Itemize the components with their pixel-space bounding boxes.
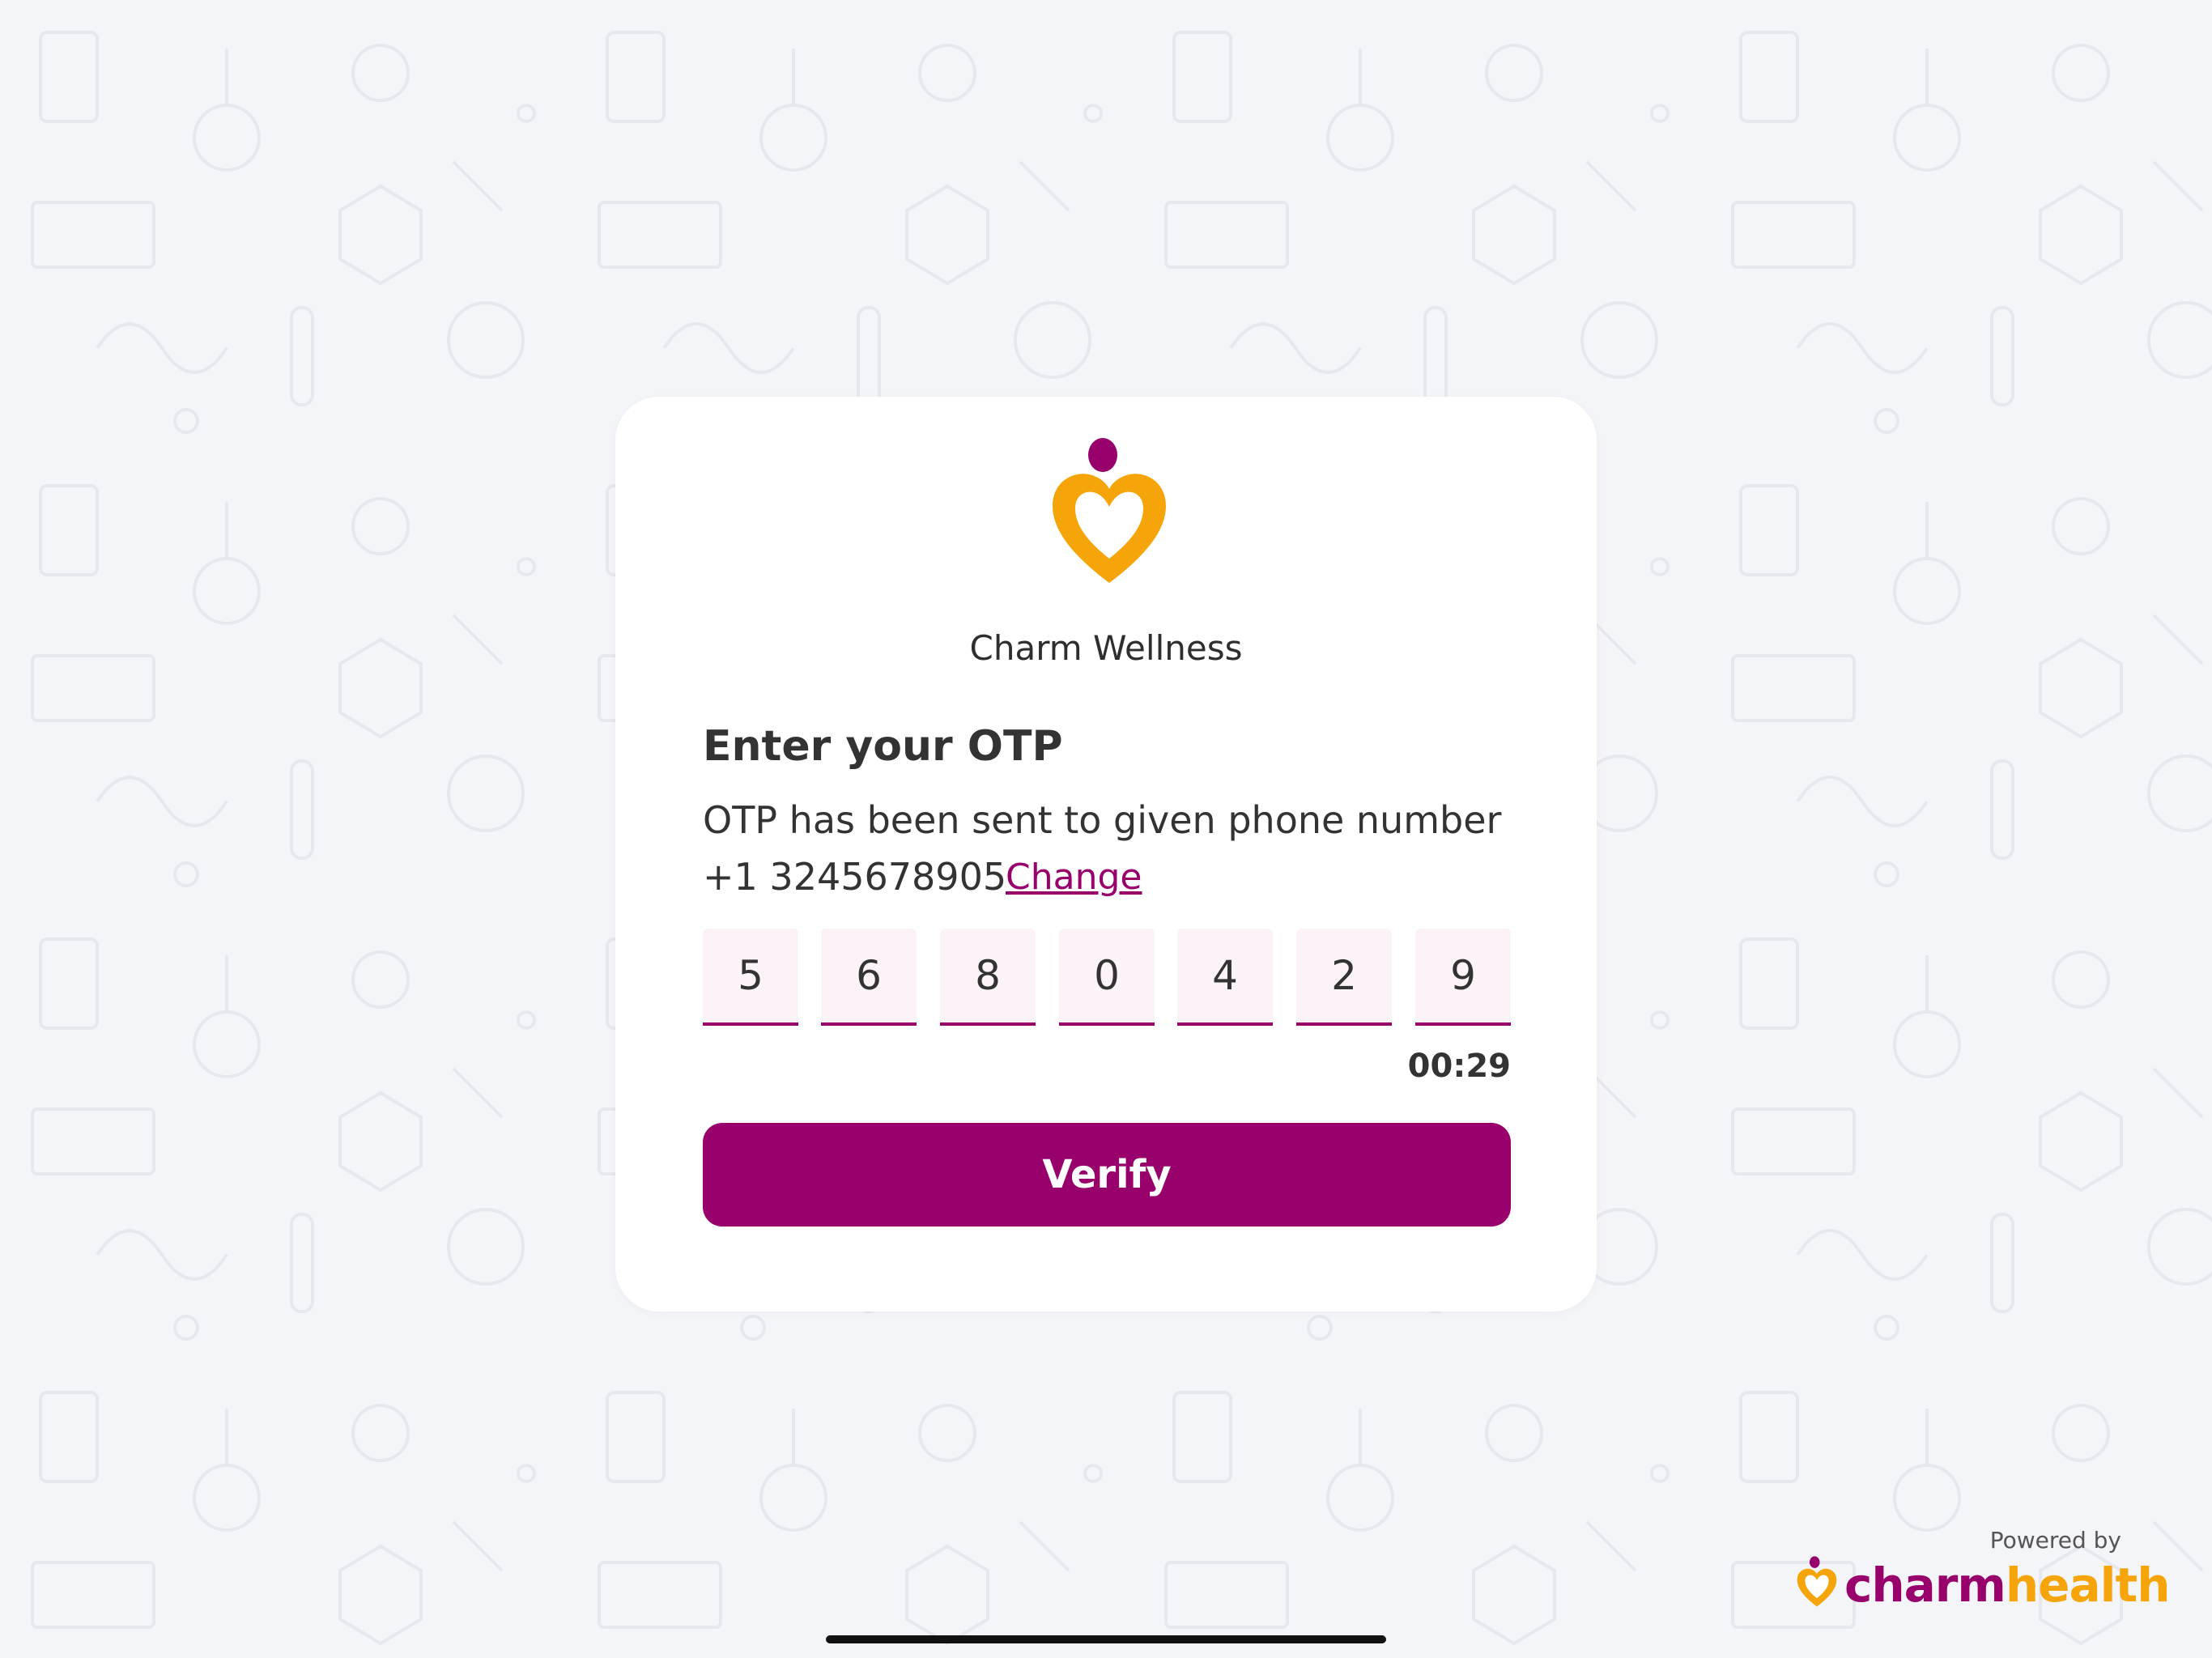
brand-wordmark: charmhealth [1844, 1558, 2171, 1613]
otp-timer: 00:29 [1407, 1048, 1511, 1085]
phone-number: +1 3245678905 [703, 855, 1007, 899]
otp-input-group: 5 6 8 0 4 2 9 [703, 929, 1511, 1026]
change-phone-link[interactable]: Change [1006, 857, 1142, 898]
clinic-name: Charm Wellness [969, 628, 1243, 668]
otp-digit-input[interactable]: 2 [1296, 929, 1392, 1026]
powered-by-label: Powered by [1989, 1527, 2121, 1554]
otp-card: Charm Wellness Enter your OTP OTP has be… [615, 397, 1597, 1312]
otp-description: OTP has been sent to given phone number [703, 798, 1502, 842]
otp-digit-input[interactable]: 6 [821, 929, 917, 1026]
brand-charm-text: charm [1844, 1558, 2006, 1613]
otp-digit-input[interactable]: 0 [1059, 929, 1155, 1026]
otp-title: Enter your OTP [703, 722, 1063, 771]
otp-digit-input[interactable]: 4 [1177, 929, 1273, 1026]
brand-health-text: health [2005, 1558, 2171, 1613]
charmhealth-logo: charmhealth [1794, 1554, 2171, 1613]
otp-digit-input[interactable]: 9 [1415, 929, 1511, 1026]
otp-digit-input[interactable]: 8 [940, 929, 1036, 1026]
charm-heart-logo-icon [1053, 438, 1166, 583]
charm-heart-icon [1797, 1556, 1837, 1607]
otp-digit-input[interactable]: 5 [703, 929, 798, 1026]
verify-button[interactable]: Verify [703, 1123, 1511, 1226]
home-indicator[interactable] [826, 1635, 1386, 1643]
